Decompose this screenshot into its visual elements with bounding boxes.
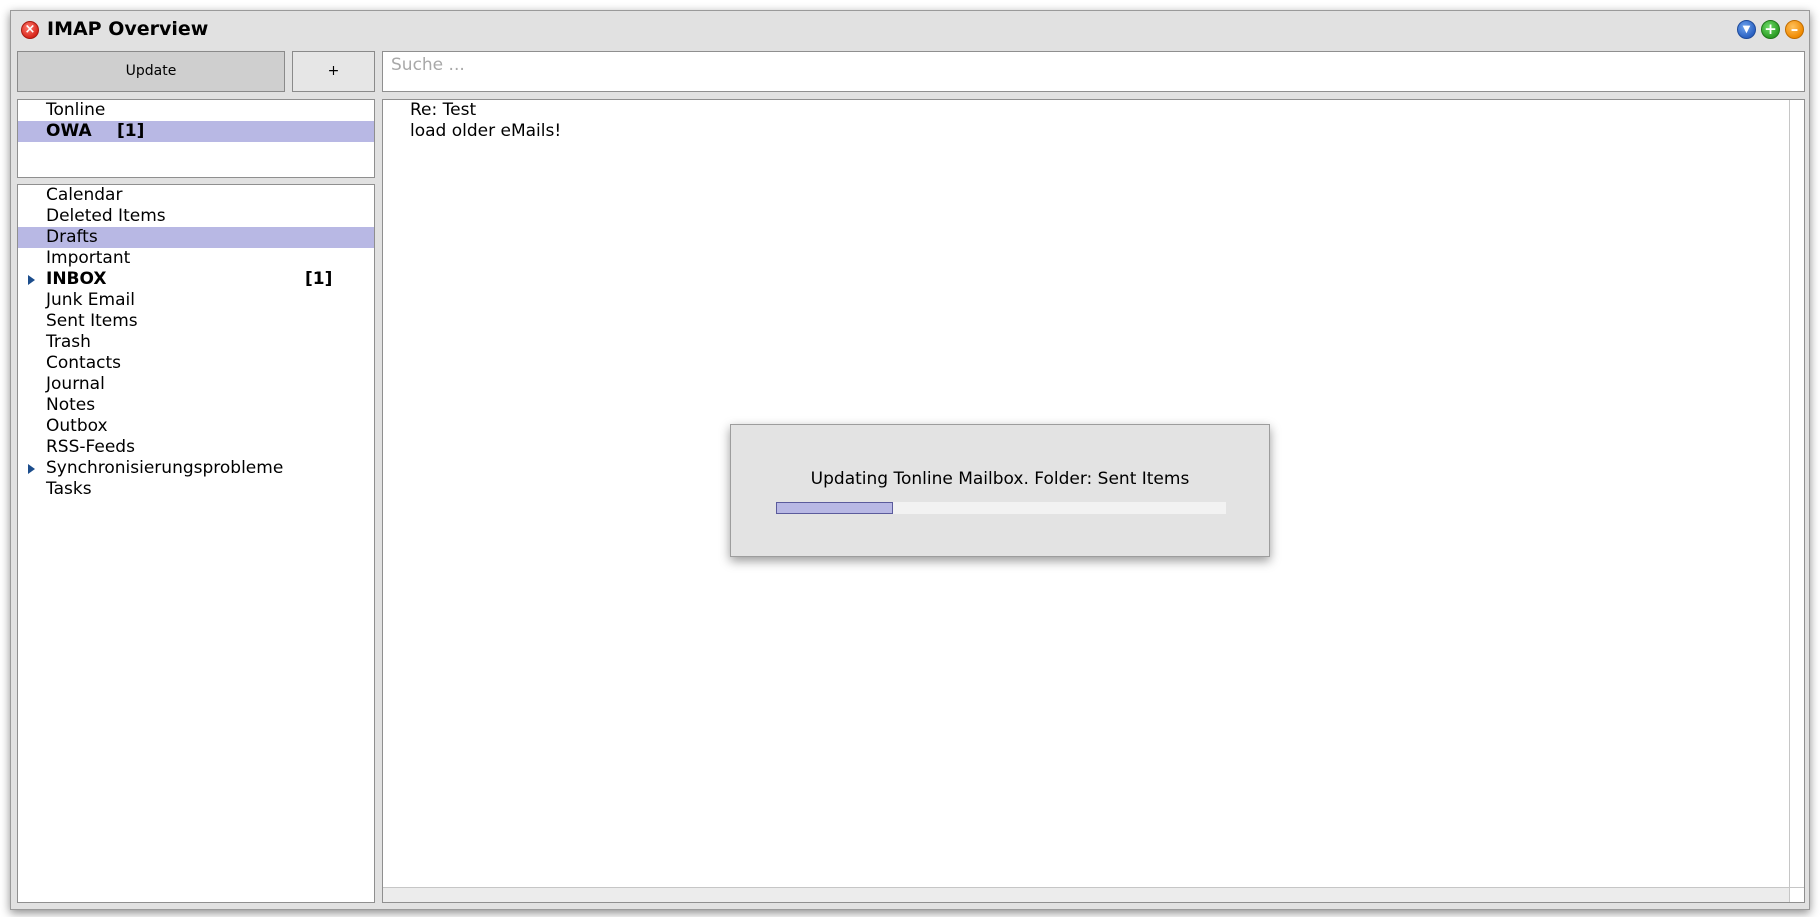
folder-item[interactable]: Trash <box>18 332 374 353</box>
add-account-button[interactable]: + <box>292 51 375 92</box>
folder-label: Trash <box>46 332 91 352</box>
search-input[interactable]: Suche ... <box>382 51 1805 92</box>
expand-triangle-icon[interactable] <box>28 464 35 474</box>
folder-label: Drafts <box>46 227 98 247</box>
scroll-corner <box>1789 887 1804 902</box>
folder-item[interactable]: Sent Items <box>18 311 374 332</box>
folder-label: Important <box>46 248 131 268</box>
folder-item[interactable]: INBOX [1] <box>18 269 374 290</box>
folder-label: Junk Email <box>46 290 135 310</box>
expand-triangle-icon[interactable] <box>28 275 35 285</box>
folder-label: Synchronisierungsprobleme <box>46 458 284 478</box>
folder-item[interactable]: Deleted Items <box>18 206 374 227</box>
minimize-icon[interactable]: – <box>1785 20 1804 39</box>
title-bar: × IMAP Overview ▼ + – <box>11 11 1809 49</box>
update-button[interactable]: Update <box>17 51 285 92</box>
folder-label: RSS-Feeds <box>46 437 135 457</box>
folder-label: Tasks <box>46 479 92 499</box>
horizontal-scrollbar[interactable] <box>383 887 1789 902</box>
progress-dialog: Updating Tonline Mailbox. Folder: Sent I… <box>730 424 1270 557</box>
folder-label: Sent Items <box>46 311 138 331</box>
folder-label: Journal <box>46 374 105 394</box>
close-icon[interactable]: × <box>21 21 39 39</box>
folder-list[interactable]: Calendar Deleted Items Drafts Important INBO… <box>17 184 375 903</box>
account-label: OWA <box>46 121 92 141</box>
account-label: Tonline <box>46 100 106 120</box>
progress-bar <box>776 502 1226 514</box>
window-title: IMAP Overview <box>47 18 209 40</box>
folder-label: Deleted Items <box>46 206 166 226</box>
folder-item[interactable]: Junk Email <box>18 290 374 311</box>
folder-item[interactable]: Tasks <box>18 479 374 500</box>
folder-label: Calendar <box>46 185 123 205</box>
folder-item[interactable]: RSS-Feeds <box>18 437 374 458</box>
imap-overview-window: × IMAP Overview ▼ + – Update + Suche ...… <box>10 10 1810 910</box>
account-item[interactable]: OWA [1] <box>18 121 374 142</box>
progress-bar-fill <box>776 502 893 514</box>
vertical-scrollbar[interactable] <box>1789 100 1804 887</box>
window-controls: ▼ + – <box>1737 20 1809 40</box>
unread-badge: [1] <box>305 269 333 289</box>
account-item[interactable]: Tonline <box>18 100 374 121</box>
folder-item[interactable]: Important <box>18 248 374 269</box>
message-item[interactable]: Re: Test <box>383 100 1789 121</box>
folder-label: INBOX <box>46 269 107 289</box>
folder-label: Notes <box>46 395 96 415</box>
folder-item[interactable]: Outbox <box>18 416 374 437</box>
folder-label: Outbox <box>46 416 108 436</box>
folder-item[interactable]: Synchronisierungsprobleme <box>18 458 374 479</box>
progress-status-text: Updating Tonline Mailbox. Folder: Sent I… <box>810 469 1190 489</box>
folder-item[interactable]: Journal <box>18 374 374 395</box>
account-list[interactable]: Tonline OWA [1] <box>17 99 375 178</box>
folder-item[interactable]: Calendar <box>18 185 374 206</box>
folder-item[interactable]: Drafts <box>18 227 374 248</box>
folder-item[interactable]: Contacts <box>18 353 374 374</box>
folder-label: Contacts <box>46 353 121 373</box>
message-item[interactable]: load older eMails! <box>383 121 1789 142</box>
folder-item[interactable]: Notes <box>18 395 374 416</box>
plus-icon[interactable]: + <box>1761 20 1780 39</box>
dropdown-icon[interactable]: ▼ <box>1737 20 1756 39</box>
unread-badge: [1] <box>117 121 145 141</box>
